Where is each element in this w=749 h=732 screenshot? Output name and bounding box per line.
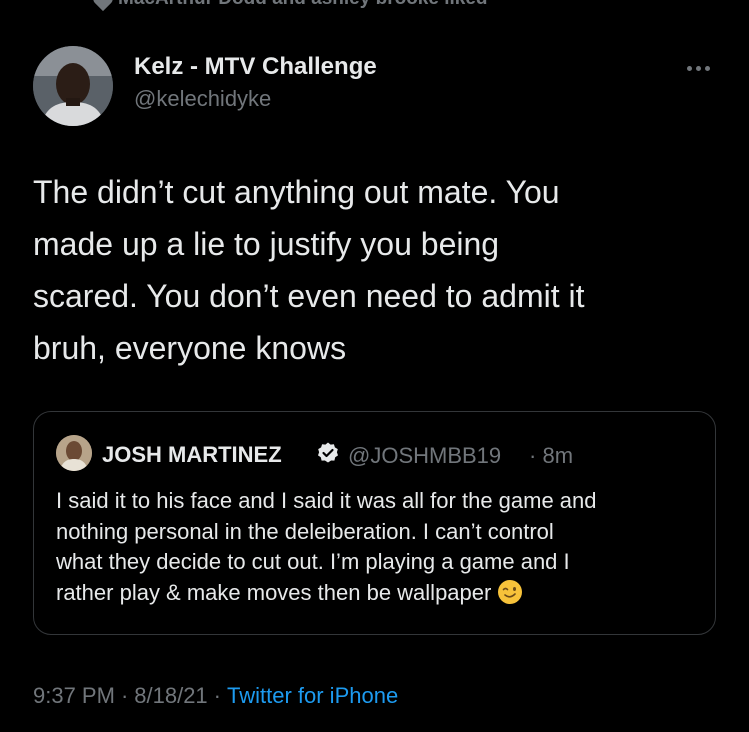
tweet-date[interactable]: 8/18/21	[134, 683, 207, 709]
quoted-text-line: I said it to his face and I said it was …	[56, 488, 597, 513]
tweet-text-line: scared. You don’t even need to admit it	[33, 278, 585, 314]
social-context[interactable]: MacArthur Dodd and ashley brooke liked	[118, 0, 488, 10]
quoted-handle: @JOSHMBB19	[348, 443, 502, 468]
tweet-time[interactable]: 9:37 PM	[33, 683, 115, 709]
quoted-text-line: what they decide to cut out. I’m playing…	[56, 549, 570, 574]
more-horizontal-icon[interactable]	[681, 58, 715, 78]
quoted-avatar	[56, 435, 92, 471]
handle[interactable]: @kelechidyke	[134, 86, 271, 112]
quoted-tweet-card[interactable]: JOSH MARTINEZ @JOSHMBB19 · 8m I said it …	[33, 411, 716, 635]
tweet-text-line: made up a lie to justify you being	[33, 226, 500, 262]
avatar[interactable]	[33, 46, 113, 126]
tweet-metadata: 9:37 PM · 8/18/21 · Twitter for iPhone	[33, 683, 398, 709]
tweet-text-line: The didn’t cut anything out mate. You	[33, 174, 560, 210]
quoted-time: · 8m	[529, 443, 574, 468]
quoted-text-line-last: rather play & make moves then be wallpap…	[56, 578, 706, 609]
verified-badge-icon	[318, 442, 338, 463]
quoted-tweet-text: I said it to his face and I said it was …	[56, 486, 706, 608]
tweet-text-line: bruh, everyone knows	[33, 330, 347, 366]
tweet-text: The didn’t cut anything out mate. You ma…	[33, 166, 723, 374]
source-link[interactable]: Twitter for iPhone	[227, 683, 398, 709]
quoted-display-name: JOSH MARTINEZ	[102, 442, 282, 467]
winking-face-emoji-icon	[498, 579, 523, 604]
display-name[interactable]: Kelz - MTV Challenge	[134, 53, 377, 81]
separator: ·	[213, 683, 221, 708]
separator: ·	[120, 683, 129, 708]
quoted-text-line: nothing personal in the deleiberation. I…	[56, 518, 554, 544]
heart-icon	[93, 0, 113, 12]
